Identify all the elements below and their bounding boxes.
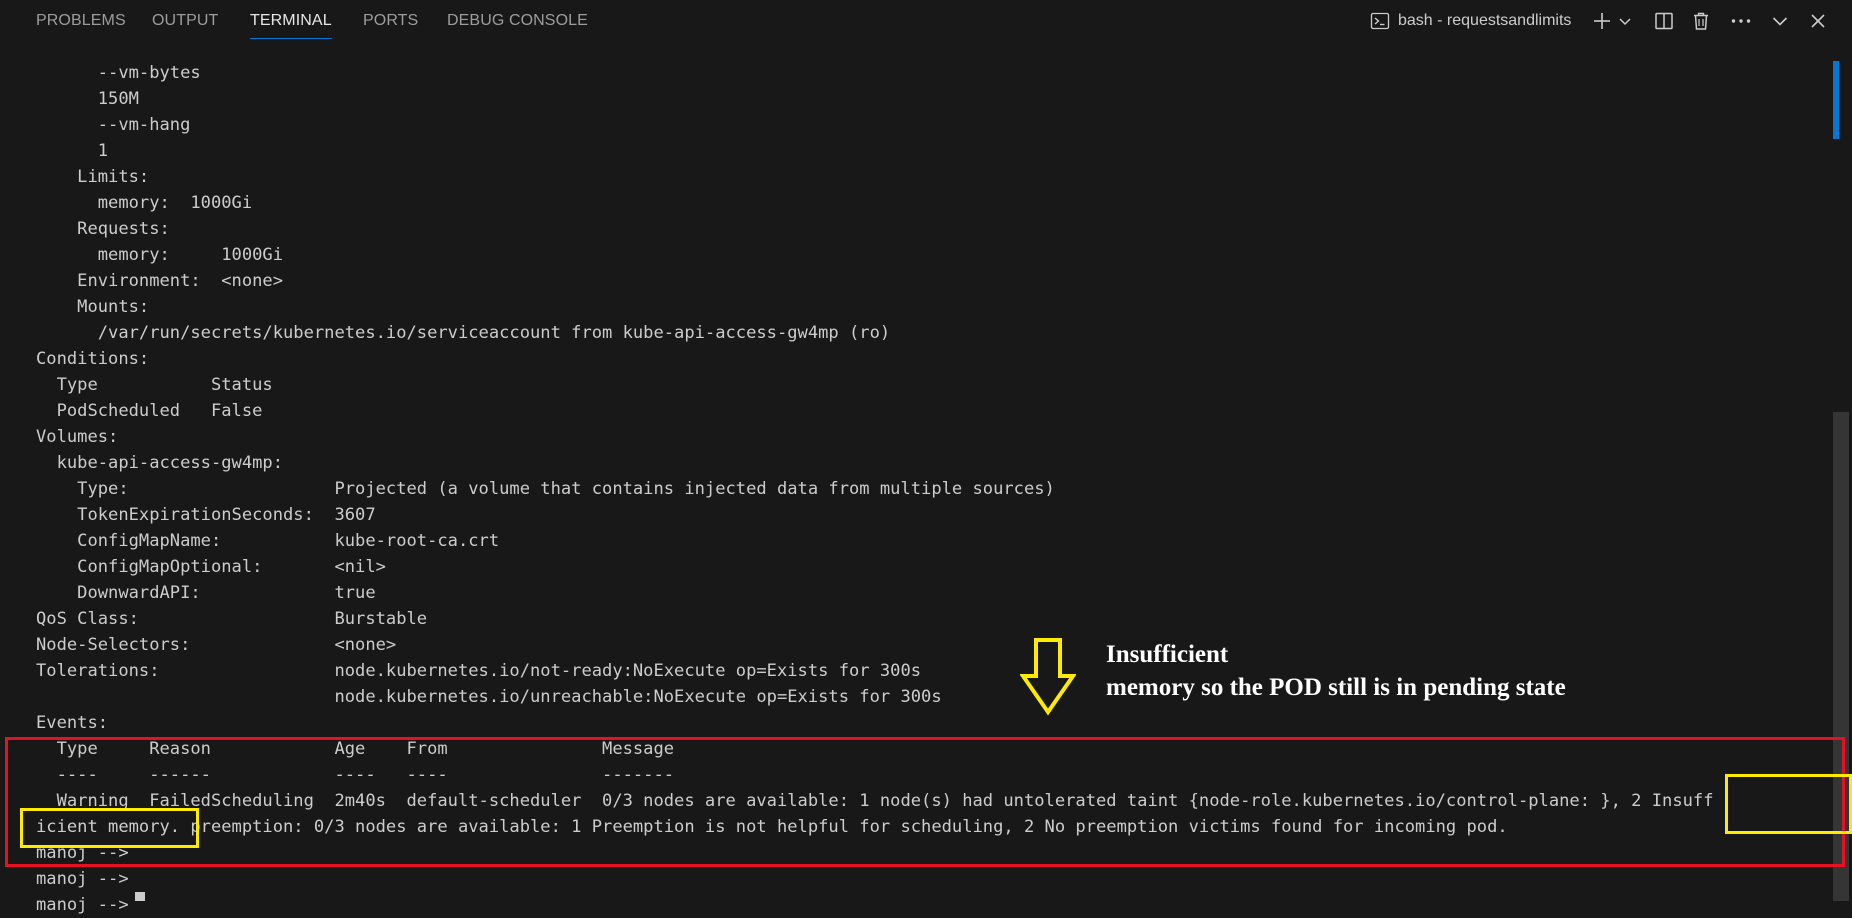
terminal-line: Limits: <box>36 167 150 187</box>
insufficient-highlight-box <box>1725 774 1852 834</box>
terminal-line: QoS Class: Burstable <box>36 609 428 629</box>
terminal-session-label: bash - requestsandlimits <box>1398 12 1572 29</box>
terminal-line: 1 <box>36 141 109 161</box>
terminal-line: manoj --> <box>36 869 129 889</box>
more-actions-button[interactable] <box>1730 9 1752 33</box>
terminal-line: Type Status <box>36 375 273 395</box>
new-terminal-button[interactable] <box>1592 9 1612 33</box>
terminal-line: Tolerations: node.kubernetes.io/not-read… <box>36 661 922 681</box>
plus-icon <box>1592 11 1612 31</box>
chevron-down-icon <box>1771 12 1789 30</box>
kill-terminal-button[interactable] <box>1692 9 1710 33</box>
split-terminal-button[interactable] <box>1654 9 1674 33</box>
tab-problems[interactable]: PROBLEMS <box>36 12 126 30</box>
terminal-line: manoj --> <box>36 895 129 915</box>
terminal-line: Requests: <box>36 219 170 239</box>
annotation-note: Insufficient memory so the POD still is … <box>1106 638 1806 704</box>
terminal-line: Environment: <none> <box>36 271 283 291</box>
terminal-cursor <box>135 892 145 901</box>
tab-terminal[interactable]: TERMINAL <box>250 12 332 39</box>
terminal-session-selector[interactable]: bash - requestsandlimits <box>1370 9 1571 33</box>
terminal-line: Type: Projected (a volume that contains … <box>36 479 1055 499</box>
events-highlight-box <box>5 737 1845 867</box>
terminal-icon <box>1370 11 1390 31</box>
trash-icon <box>1692 11 1710 31</box>
maximize-panel-button[interactable] <box>1771 9 1789 33</box>
terminal-line: node.kubernetes.io/unreachable:NoExecute… <box>36 687 942 707</box>
terminal-launch-profile-button[interactable] <box>1618 9 1632 33</box>
split-icon <box>1654 11 1674 31</box>
terminal-line: memory: 1000Gi <box>36 245 283 265</box>
terminal-line: --vm-hang <box>36 115 191 135</box>
ellipsis-icon <box>1730 11 1752 31</box>
terminal-line: ConfigMapName: kube-root-ca.crt <box>36 531 500 551</box>
tab-output[interactable]: OUTPUT <box>152 12 218 30</box>
terminal-line: Events: <box>36 713 109 733</box>
tab-debug-console[interactable]: DEBUG CONSOLE <box>447 12 588 30</box>
terminal-line: TokenExpirationSeconds: 3607 <box>36 505 376 525</box>
terminal-line: Volumes: <box>36 427 119 447</box>
close-panel-button[interactable] <box>1810 9 1826 33</box>
down-arrow-icon <box>1019 638 1077 721</box>
terminal-line: Mounts: <box>36 297 150 317</box>
terminal-line: Conditions: <box>36 349 150 369</box>
terminal-line: memory: 1000Gi <box>36 193 253 213</box>
panel-tab-bar: PROBLEMS OUTPUT TERMINAL PORTS DEBUG CON… <box>0 0 1852 42</box>
tab-ports[interactable]: PORTS <box>363 12 418 30</box>
annotation-line-2: memory so the POD still is in pending st… <box>1106 674 1566 701</box>
chevron-down-icon <box>1618 14 1632 28</box>
terminal-line: DownwardAPI: true <box>36 583 376 603</box>
terminal-line: 150M <box>36 89 139 109</box>
annotation-line-1: Insufficient <box>1106 641 1229 668</box>
terminal-line: Node-Selectors: <none> <box>36 635 397 655</box>
terminal-line: ConfigMapOptional: <nil> <box>36 557 386 577</box>
terminal-line: /var/run/secrets/kubernetes.io/serviceac… <box>36 323 891 343</box>
scrollbar-overview-marker <box>1833 61 1839 139</box>
close-icon <box>1810 13 1826 29</box>
memory-highlight-box <box>20 808 199 848</box>
terminal-line: --vm-bytes <box>36 63 201 83</box>
terminal-line: PodScheduled False <box>36 401 263 421</box>
terminal-line: kube-api-access-gw4mp: <box>36 453 283 473</box>
